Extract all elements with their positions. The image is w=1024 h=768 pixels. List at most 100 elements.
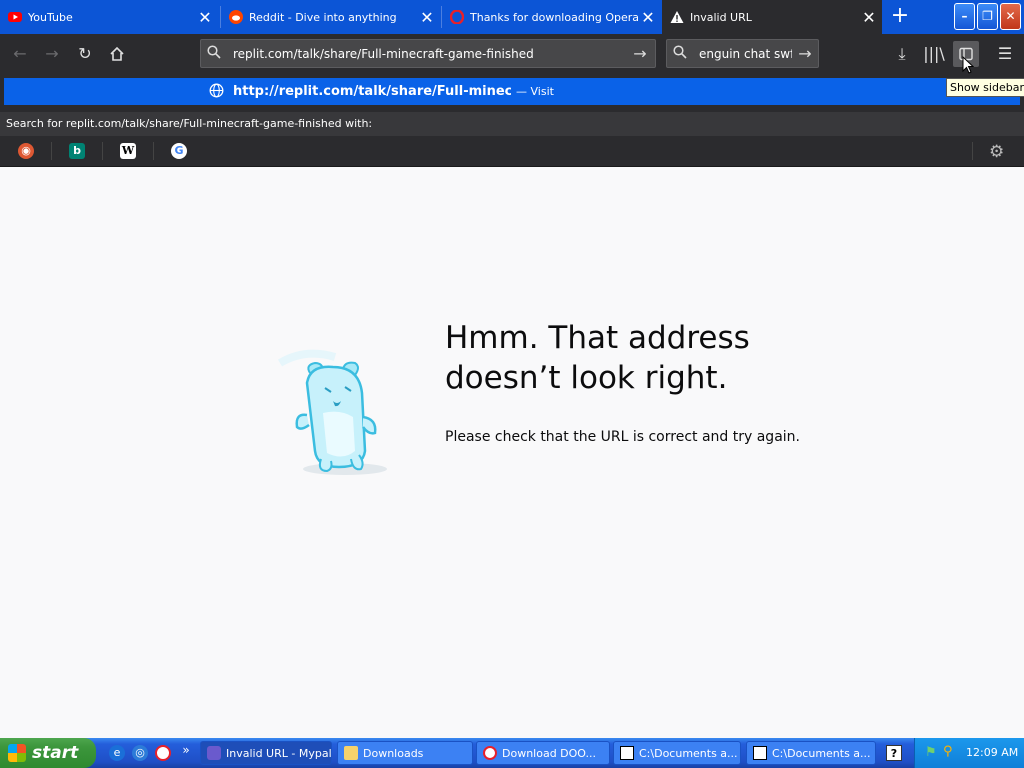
cursor-icon: [962, 56, 974, 74]
opera-icon[interactable]: [155, 745, 171, 761]
forward-arrow-icon: →: [45, 44, 59, 63]
browser-icon[interactable]: ◎: [132, 745, 148, 761]
search-input[interactable]: enguin chat swf: [699, 47, 792, 61]
reload-icon: ↻: [78, 44, 92, 63]
minimize-button[interactable]: –: [954, 3, 975, 30]
tab-youtube[interactable]: YouTube ✕: [0, 0, 218, 34]
duckduckgo-icon[interactable]: ◉: [18, 143, 34, 159]
tab-title: Reddit - Dive into anything: [249, 10, 397, 24]
gear-icon[interactable]: ⚙: [989, 142, 1004, 162]
wikipedia-icon[interactable]: W: [120, 143, 136, 159]
tab-strip: YouTube ✕ Reddit - Dive into anything ✕ …: [0, 0, 1024, 34]
search-icon: [673, 44, 699, 63]
go-arrow-icon[interactable]: →: [625, 44, 655, 63]
close-icon[interactable]: ✕: [196, 8, 214, 27]
task-label: Invalid URL - Mypal: [226, 746, 332, 760]
back-arrow-icon: ←: [13, 44, 27, 63]
reload-button[interactable]: ↻: [73, 42, 97, 66]
restore-icon: ❐: [982, 9, 993, 23]
divider: [153, 142, 154, 160]
close-icon: ✕: [1005, 9, 1016, 23]
task-label: C:\Documents a...: [772, 746, 871, 760]
back-button[interactable]: ←: [8, 42, 32, 66]
taskbar-item[interactable]: Invalid URL - Mypal: [200, 741, 332, 765]
home-icon: [110, 46, 124, 61]
restore-button[interactable]: ❐: [977, 3, 998, 30]
mypal-icon: [207, 746, 221, 760]
url-input[interactable]: replit.com/talk/share/Full-minecraft-gam…: [233, 47, 625, 61]
tab-title: Invalid URL: [690, 10, 752, 24]
downloads-button[interactable]: ⤓: [889, 41, 915, 67]
hamburger-icon: ☰: [997, 44, 1013, 63]
close-icon[interactable]: ✕: [639, 8, 657, 27]
taskbar-item[interactable]: C:\Documents a...: [613, 741, 741, 765]
hamster-illustration: [277, 349, 387, 475]
taskbar-item[interactable]: Downloads: [337, 741, 473, 765]
search-icon[interactable]: ⚲: [943, 744, 953, 759]
warning-icon: [670, 11, 684, 23]
error-description: Please check that the URL is correct and…: [445, 429, 800, 445]
search-icon: [207, 44, 233, 63]
close-icon[interactable]: ✕: [418, 8, 436, 27]
task-label: C:\Documents a...: [639, 746, 738, 760]
window-close-button[interactable]: ✕: [1000, 3, 1021, 30]
new-tab-button[interactable]: +: [887, 4, 913, 30]
close-icon[interactable]: ✕: [860, 8, 878, 27]
library-button[interactable]: |||\: [921, 41, 947, 67]
folder-icon: [344, 746, 358, 760]
youtube-icon: [8, 12, 22, 22]
ie-icon[interactable]: e: [109, 745, 125, 761]
tab-title: YouTube: [28, 10, 73, 24]
divider: [102, 142, 103, 160]
7zip-icon: [753, 746, 767, 760]
search-engine-bar: ◉ b W G ⚙: [0, 136, 1024, 167]
bing-icon[interactable]: b: [69, 143, 85, 159]
help-icon[interactable]: ?: [886, 745, 902, 761]
go-arrow-icon[interactable]: →: [792, 44, 818, 63]
navigation-toolbar: ← → ↻ replit.com/talk/share/Full-minecra…: [0, 34, 1024, 74]
tab-invalid-url[interactable]: Invalid URL ✕: [662, 0, 882, 34]
library-icon: |||\: [923, 44, 945, 63]
tab-reddit[interactable]: Reddit - Dive into anything ✕: [221, 0, 440, 34]
search-with-bar: Search for replit.com/talk/share/Full-mi…: [0, 112, 1024, 136]
reddit-icon: [229, 10, 243, 24]
taskbar-item[interactable]: C:\Documents a...: [746, 741, 876, 765]
windows-logo-icon: [8, 744, 26, 762]
suggestion-row[interactable]: http://replit.com/talk/share/Full-minecr…: [4, 78, 1020, 105]
divider: [972, 142, 973, 160]
forward-button[interactable]: →: [40, 42, 64, 66]
tab-title: Thanks for downloading Opera: [470, 10, 639, 24]
suggestion-visit-label: — Visit: [516, 85, 554, 98]
windows-taskbar: start e ◎ » Invalid URL - Mypal Download…: [0, 738, 1024, 768]
opera-icon: [483, 746, 497, 760]
chevron-right-icon[interactable]: »: [178, 742, 194, 758]
url-suggestion-panel: http://replit.com/talk/share/Full-minecr…: [0, 74, 1024, 112]
globe-icon: [209, 83, 224, 102]
minimize-icon: –: [961, 9, 968, 23]
start-label: start: [32, 743, 79, 763]
google-icon[interactable]: G: [171, 143, 187, 159]
start-button[interactable]: start: [0, 738, 96, 768]
suggestion-url-bold: replit.com/talk/share/Full-minecraft: [278, 84, 511, 99]
network-icon[interactable]: ⚑: [925, 745, 937, 760]
clock[interactable]: 12:09 AM: [966, 746, 1018, 759]
error-heading: Hmm. That address doesn’t look right.: [445, 320, 750, 396]
download-icon: ⤓: [898, 44, 906, 63]
opera-icon: [450, 10, 464, 24]
taskbar-item[interactable]: Download DOO...: [476, 741, 610, 765]
error-page: Hmm. That address doesn’t look right. Pl…: [0, 168, 1024, 738]
7zip-icon: [620, 746, 634, 760]
url-bar[interactable]: replit.com/talk/share/Full-minecraft-gam…: [200, 39, 656, 68]
suggestion-url: http://replit.com/talk/share/Full-minecr…: [233, 84, 511, 99]
menu-button[interactable]: ☰: [992, 41, 1018, 67]
task-label: Download DOO...: [502, 746, 597, 760]
tooltip: Show sidebars: [946, 78, 1024, 97]
search-bar[interactable]: enguin chat swf →: [666, 39, 819, 68]
suggestion-url-prefix: http://: [233, 84, 279, 99]
task-label: Downloads: [363, 746, 424, 760]
tab-opera[interactable]: Thanks for downloading Opera ✕: [442, 0, 661, 34]
search-with-label: Search for replit.com/talk/share/Full-mi…: [6, 117, 373, 130]
system-tray: ⚑ ⚲ 12:09 AM: [914, 738, 1024, 768]
home-button[interactable]: [105, 42, 129, 66]
divider: [51, 142, 52, 160]
